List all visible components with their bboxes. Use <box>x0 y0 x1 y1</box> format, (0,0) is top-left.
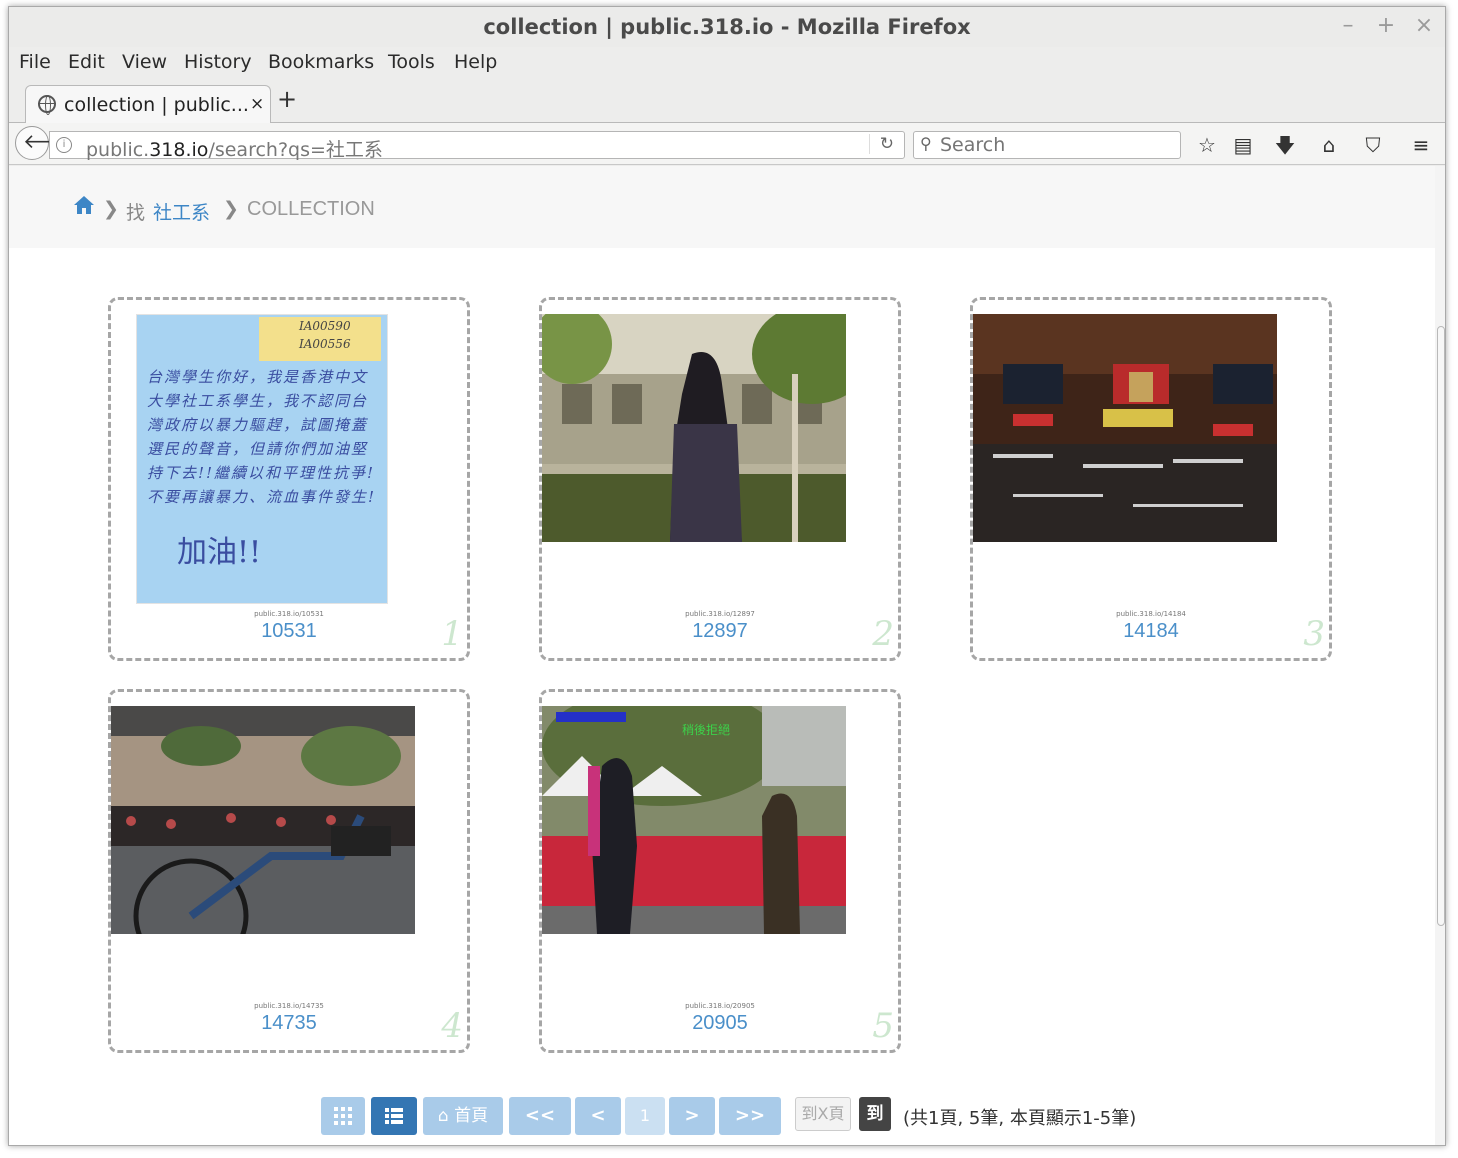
list-view-button[interactable] <box>371 1097 417 1135</box>
collection-card[interactable]: public.318.io/12897 12897 2 <box>539 297 901 661</box>
breadcrumb-query[interactable]: 社工系 <box>153 198 210 225</box>
menu-bookmarks[interactable]: Bookmarks <box>268 51 374 73</box>
hamburger-menu-icon[interactable]: ≡ <box>1407 131 1435 159</box>
back-button[interactable]: 🡐 <box>15 126 77 160</box>
title-bar: collection | public.318.io - Mozilla Fir… <box>9 7 1445 47</box>
new-tab-button[interactable]: + <box>277 85 297 113</box>
card-id-link[interactable]: 12897 <box>542 620 898 643</box>
tab-collection[interactable]: collection | public... × <box>25 85 271 123</box>
menu-help[interactable]: Help <box>454 51 497 73</box>
first-page-button[interactable]: << <box>509 1097 571 1135</box>
menu-bar: File Edit View History Bookmarks Tools H… <box>9 49 1445 79</box>
card-index: 1 <box>441 614 463 654</box>
card-index: 2 <box>872 614 894 654</box>
menu-history[interactable]: History <box>184 51 252 73</box>
close-window-button[interactable]: × <box>1411 13 1437 38</box>
sticky-code-1: IA00590 <box>299 319 351 333</box>
home-icon[interactable]: ⌂ <box>1315 131 1343 159</box>
vertical-scrollbar[interactable] <box>1435 166 1445 1145</box>
page-content: ❯ 找 社工系 ❯ COLLECTION IA00590 IA00556 台灣學… <box>9 166 1435 1145</box>
card-id-link[interactable]: 14184 <box>973 620 1329 643</box>
reading-list-icon[interactable]: ▤ <box>1229 131 1257 159</box>
minimize-button[interactable]: – <box>1335 13 1361 38</box>
reload-icon[interactable]: ↻ <box>868 134 894 154</box>
goto-page-input[interactable]: 到X頁 <box>795 1097 851 1131</box>
grid-view-button[interactable] <box>321 1097 365 1135</box>
handwritten-text: 台灣學生你好，我是香港中文大學社工系學生，我不認同台灣政府以暴力驅趕，試圖掩蓋選… <box>147 368 377 506</box>
menu-file[interactable]: File <box>19 51 51 73</box>
download-icon[interactable]: 🡇 <box>1271 131 1299 159</box>
card-caption: public.318.io/14184 <box>1116 610 1186 618</box>
globe-icon <box>38 95 56 115</box>
tab-strip: collection | public... × <box>9 83 1445 123</box>
breadcrumb-section: COLLECTION <box>247 198 375 220</box>
card-id-link[interactable]: 20905 <box>542 1012 898 1035</box>
card-caption: public.318.io/12897 <box>685 610 755 618</box>
maximize-button[interactable]: + <box>1373 13 1399 38</box>
card-thumbnail[interactable]: 稍後拒絕 <box>542 706 846 934</box>
sticky-label: IA00590 IA00556 <box>259 317 381 361</box>
card-thumbnail[interactable] <box>973 314 1277 542</box>
sticky-code-2: IA00556 <box>299 337 351 351</box>
browser-window: collection | public.318.io - Mozilla Fir… <box>8 6 1446 1146</box>
card-index: 3 <box>1303 614 1325 654</box>
scrollbar-thumb[interactable] <box>1437 326 1445 926</box>
collection-card[interactable]: public.318.io/14735 14735 4 <box>108 689 470 1053</box>
breadcrumb-separator: ❯ <box>103 198 119 220</box>
url-text: public.318.io/search?qs=社工系 <box>86 139 383 161</box>
star-icon[interactable]: ☆ <box>1193 131 1221 159</box>
menu-edit[interactable]: Edit <box>68 51 105 73</box>
card-thumbnail[interactable]: IA00590 IA00556 台灣學生你好，我是香港中文大學社工系學生，我不認… <box>136 314 388 604</box>
last-page-button[interactable]: >> <box>719 1097 781 1135</box>
card-id-link[interactable]: 14735 <box>111 1012 467 1035</box>
breadcrumb-separator: ❯ <box>223 198 239 220</box>
collection-card[interactable]: public.318.io/14184 14184 3 <box>970 297 1332 661</box>
url-bar[interactable]: i public.318.io/search?qs=社工系 ↻ <box>49 131 905 161</box>
first-page-home-button[interactable]: ⌂ 首頁 <box>423 1097 503 1135</box>
page-number-button[interactable]: 1 <box>625 1097 665 1135</box>
search-box[interactable]: ⚲ <box>913 131 1181 159</box>
info-icon[interactable]: i <box>56 137 72 153</box>
card-index: 5 <box>872 1006 894 1046</box>
card-thumbnail[interactable] <box>542 314 846 542</box>
home-label: 首頁 <box>454 1106 489 1126</box>
card-id-link[interactable]: 10531 <box>111 620 467 643</box>
card-caption: public.318.io/14735 <box>254 1002 324 1010</box>
search-icon: ⚲ <box>920 134 932 153</box>
next-page-button[interactable]: > <box>669 1097 715 1135</box>
tab-label: collection | public... <box>64 94 249 116</box>
breadcrumb-find: 找 <box>126 202 146 224</box>
pocket-icon[interactable]: ⛉ <box>1359 131 1387 159</box>
tab-close-icon[interactable]: × <box>250 94 264 114</box>
collection-card[interactable]: IA00590 IA00556 台灣學生你好，我是香港中文大學社工系學生，我不認… <box>108 297 470 661</box>
home-icon: ⌂ <box>437 1106 449 1126</box>
window-title: collection | public.318.io - Mozilla Fir… <box>483 15 971 39</box>
card-thumbnail[interactable] <box>111 706 415 934</box>
prev-page-button[interactable]: < <box>575 1097 621 1135</box>
card-caption: public.318.io/20905 <box>685 1002 755 1010</box>
handwritten-cheer: 加油!! <box>177 535 262 570</box>
search-input[interactable] <box>940 134 1170 156</box>
menu-tools[interactable]: Tools <box>388 51 435 73</box>
goto-page-button[interactable]: 到 <box>859 1097 891 1131</box>
card-caption: public.318.io/10531 <box>254 610 324 618</box>
navigation-bar: 🡐 i public.318.io/search?qs=社工系 ↻ ⚲ ☆ ▤ … <box>9 123 1445 165</box>
breadcrumb: ❯ 找 社工系 ❯ COLLECTION <box>9 166 1435 248</box>
video-overlay-text: 稍後拒絕 <box>682 723 730 737</box>
collection-card[interactable]: 稍後拒絕 public.318.io/20905 20905 5 <box>539 689 901 1053</box>
card-index: 4 <box>441 1006 463 1046</box>
home-breadcrumb-icon[interactable] <box>73 194 95 221</box>
pagination-info: (共1頁, 5筆, 本頁顯示1-5筆) <box>903 1108 1137 1129</box>
menu-view[interactable]: View <box>122 51 167 73</box>
